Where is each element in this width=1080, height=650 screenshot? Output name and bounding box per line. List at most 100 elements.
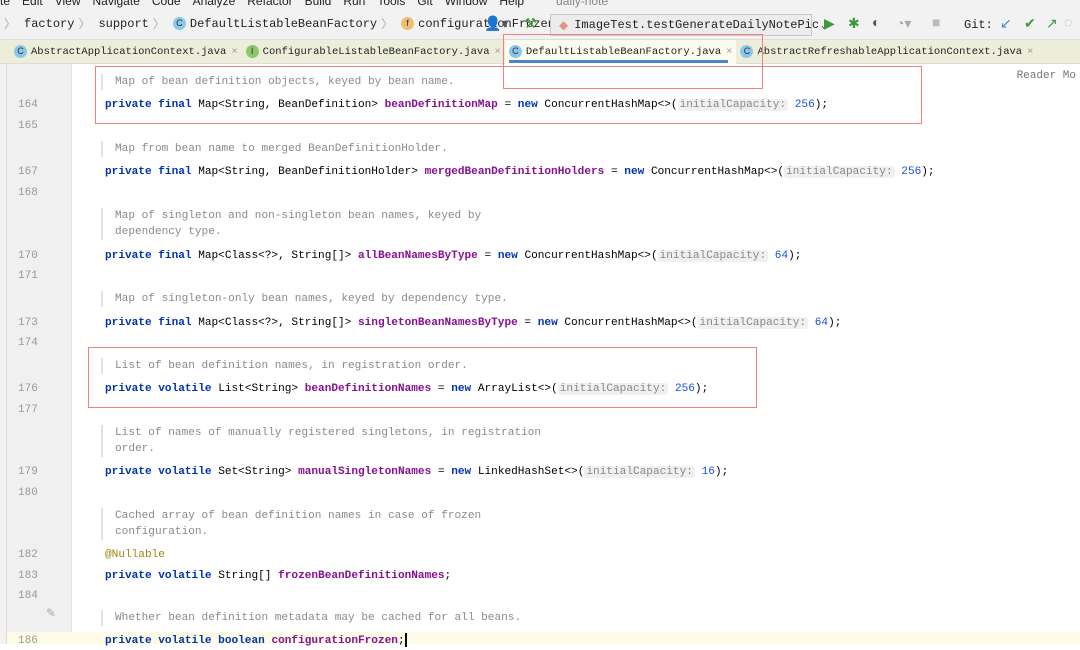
breadcrumb-factory[interactable]: factory	[24, 17, 74, 31]
code-token: =	[431, 466, 452, 478]
code-line[interactable]: 171	[0, 267, 1080, 285]
doc-comment: Map of singleton-only bean names, keyed …	[101, 291, 508, 307]
code-token: ConcurrentHashMap<>(	[524, 250, 658, 262]
code-token: =	[477, 250, 498, 262]
line-number: 173	[18, 317, 38, 329]
menu-item[interactable]: Tools	[377, 0, 405, 8]
run-icon[interactable]: ▶	[824, 16, 835, 33]
parameter-hint: initialCapacity:	[657, 250, 769, 262]
code-line[interactable]: 168	[0, 184, 1080, 202]
code-token: ;	[444, 570, 452, 582]
field-name: mergedBeanDefinitionHolders	[424, 166, 605, 178]
code-text: private volatile String[] frozenBeanDefi…	[105, 567, 451, 585]
close-icon[interactable]: ×	[231, 46, 237, 58]
code-token: ConcurrentHashMap<>(	[564, 317, 698, 329]
menu-item[interactable]: Build	[305, 0, 332, 8]
run-config-label: ImageTest.testGenerateDailyNotePic	[574, 18, 820, 32]
breadcrumb-label: support	[98, 16, 149, 31]
user-icon[interactable]: 👤▾	[484, 16, 508, 33]
code-line[interactable]: 170 private final Map<Class<?>, String[]>…	[0, 247, 1080, 265]
code-token: LinkedHashSet<>(	[477, 466, 585, 478]
code-line[interactable]: 167 private final Map<String, BeanDefinit…	[0, 163, 1080, 181]
code-line[interactable]: 184	[0, 587, 1080, 605]
menu-item[interactable]: Analyze	[193, 0, 236, 8]
menu-bar: te Edit View Navigate Code Analyze Refactor Bui…	[0, 0, 1080, 8]
stop-icon[interactable]: ■	[932, 16, 940, 32]
code-line[interactable]: 186 private volatile boolean configuratio…	[0, 632, 1080, 650]
breadcrumb-class[interactable]: C DefaultListableBeanFactory	[172, 16, 378, 31]
chevron-icon: 〉	[78, 18, 91, 32]
profile-icon[interactable]: ◔▾	[896, 16, 911, 33]
run-configuration-select[interactable]: ◆ ImageTest.testGenerateDailyNotePic ⌄	[550, 14, 829, 36]
breadcrumb-support[interactable]: support	[98, 17, 148, 31]
reader-mode-toggle[interactable]: Reader Mo	[1017, 70, 1076, 82]
close-icon[interactable]: ×	[495, 46, 501, 58]
tab-configurablelistablebeanfactory[interactable]: I ConfigurableListableBeanFactory.java ×	[242, 40, 505, 64]
project-title: daily-note	[556, 0, 609, 8]
tab-abstractrefreshableapplicationcontext[interactable]: C AbstractRefreshableApplicationContext.j…	[736, 40, 1037, 64]
build-hammer-icon[interactable]: ⚒	[524, 16, 537, 33]
code-token: =	[517, 317, 538, 329]
chevron-icon: 〉	[381, 18, 394, 32]
menu-item[interactable]: Run	[343, 0, 365, 8]
code-line[interactable]: 183 private volatile String[] frozenBeanD…	[0, 567, 1080, 585]
keyword: private volatile boolean	[105, 635, 272, 647]
keyword: new	[537, 317, 565, 329]
history-icon[interactable]: ◌	[1064, 16, 1072, 32]
line-number: 186	[18, 635, 38, 647]
close-icon[interactable]: ×	[1027, 46, 1033, 58]
code-token: );	[714, 466, 729, 478]
edit-pencil-icon[interactable]: ✎	[46, 606, 56, 620]
keyword: private final	[105, 317, 199, 329]
menu-item[interactable]: te	[0, 0, 10, 8]
line-number: 165	[18, 120, 38, 132]
git-commit-icon[interactable]: ✔	[1024, 16, 1036, 33]
git-update-icon[interactable]: ↙	[1000, 16, 1012, 33]
code-token: );	[921, 166, 935, 178]
menu-item[interactable]: Navigate	[93, 0, 140, 8]
code-line[interactable]: 179 private volatile Set<String> manualSi…	[0, 463, 1080, 481]
number-literal: 64	[768, 250, 789, 262]
tab-abstractapplicationcontext[interactable]: C AbstractApplicationContext.java ×	[10, 40, 242, 64]
code-token: String[]	[218, 570, 279, 582]
tab-label: AbstractRefreshableApplicationContext.ja…	[757, 45, 1023, 58]
line-number: 167	[18, 166, 38, 178]
parameter-hint: initialCapacity:	[697, 317, 809, 329]
code-token: ConcurrentHashMap<>(	[650, 166, 785, 178]
code-line[interactable]: 182 @Nullable	[0, 546, 1080, 564]
field-name: singletonBeanNamesByType	[357, 317, 518, 329]
menu-item[interactable]: Refactor	[247, 0, 292, 8]
number-literal: 16	[694, 466, 715, 478]
breadcrumb-label: factory	[24, 16, 75, 31]
annotation: @Nullable	[105, 549, 165, 561]
keyword: new	[624, 166, 651, 178]
menu-item[interactable]: Git	[417, 0, 432, 8]
menu-item[interactable]: View	[55, 0, 81, 8]
menu-item[interactable]: Edit	[22, 0, 43, 8]
git-push-icon[interactable]: ↗	[1046, 16, 1058, 33]
line-number: 184	[18, 590, 38, 602]
tab-label: ConfigurableListableBeanFactory.java	[262, 45, 490, 58]
code-line[interactable]: 173 private final Map<Class<?>, String[]>…	[0, 314, 1080, 332]
line-number: 171	[18, 270, 38, 282]
code-text: private final Map<Class<?>, String[]> al…	[105, 247, 801, 265]
keyword: private final	[105, 166, 199, 178]
code-text: private final Map<Class<?>, String[]> si…	[105, 314, 841, 332]
menu-item[interactable]: Window	[445, 0, 488, 8]
menu-item[interactable]: Code	[152, 0, 181, 8]
menu-item[interactable]: Help	[499, 0, 524, 8]
keyword: private final	[105, 250, 199, 262]
highlight-box	[88, 347, 757, 408]
coverage-icon[interactable]: ◐	[872, 16, 880, 32]
breadcrumb-label: DefaultListableBeanFactory	[189, 16, 378, 31]
line-number: 170	[18, 250, 38, 262]
code-line[interactable]: 180	[0, 484, 1080, 502]
class-icon: C	[172, 17, 186, 30]
doc-comment: Map of singleton and non-singleton bean …	[101, 208, 481, 240]
keyword: private volatile	[105, 570, 219, 582]
code-token: =	[604, 166, 625, 178]
debug-icon[interactable]: ✱	[848, 16, 860, 33]
code-token: Set<String>	[218, 466, 299, 478]
line-number: 182	[18, 549, 38, 561]
line-number: 177	[18, 404, 38, 416]
